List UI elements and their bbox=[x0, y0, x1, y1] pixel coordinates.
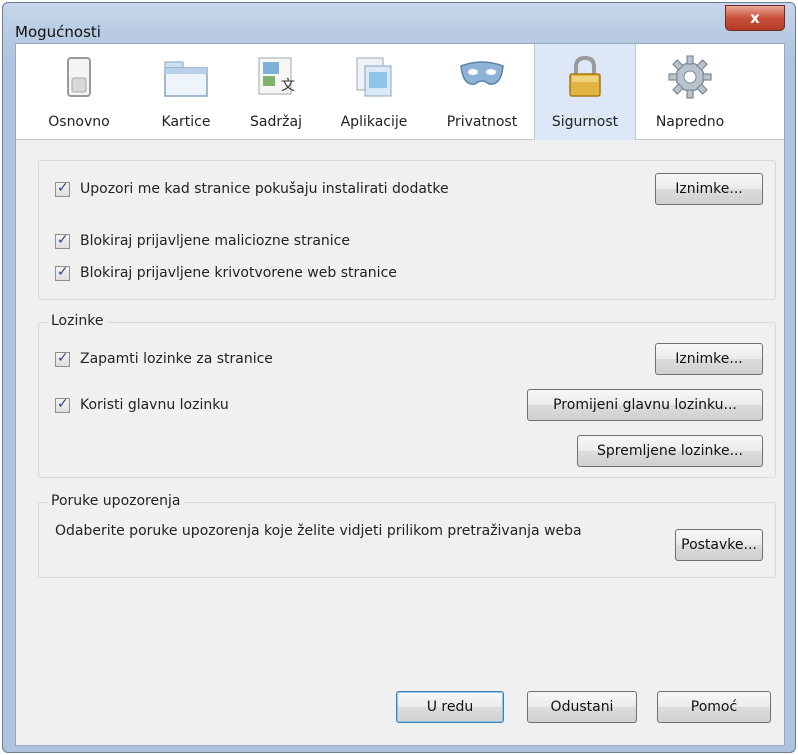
use-master-password-label: Koristi glavnu lozinku bbox=[80, 397, 229, 413]
category-toolbar: Osnovno Kartice 文 Sadržaj Aplikacije Pri… bbox=[16, 44, 784, 140]
remember-passwords-label: Zapamti lozinke za stranice bbox=[80, 351, 273, 367]
remember-passwords-row[interactable]: Zapamti lozinke za stranice bbox=[55, 350, 273, 367]
block-forgeries-row[interactable]: Blokiraj prijavljene krivotvorene web st… bbox=[55, 264, 397, 281]
passwords-group: Lozinke Zapamti lozinke za stranice Izni… bbox=[38, 313, 776, 478]
passwords-legend: Lozinke bbox=[47, 313, 108, 329]
warning-messages-group: Poruke upozorenja Odaberite poruke upozo… bbox=[38, 493, 776, 578]
tab-sadrzaj[interactable]: 文 Sadržaj bbox=[236, 44, 316, 140]
change-master-password-button[interactable]: Promijeni glavnu lozinku... bbox=[527, 389, 763, 421]
passwords-exceptions-button[interactable]: Iznimke... bbox=[655, 343, 763, 375]
options-window: Mogućnosti x Osnovno Kartice 文 Sadržaj A… bbox=[2, 2, 796, 753]
addons-exceptions-button[interactable]: Iznimke... bbox=[655, 173, 763, 205]
tab-osnovno[interactable]: Osnovno bbox=[34, 44, 124, 140]
title-bar[interactable]: Mogućnosti x bbox=[3, 3, 795, 43]
block-malware-checkbox[interactable] bbox=[55, 232, 70, 249]
block-forgeries-label: Blokiraj prijavljene krivotvorene web st… bbox=[80, 265, 397, 281]
block-forgeries-checkbox[interactable] bbox=[55, 264, 70, 281]
warning-settings-button[interactable]: Postavke... bbox=[675, 529, 763, 561]
applications-icon bbox=[356, 57, 392, 97]
close-button[interactable]: x bbox=[725, 5, 785, 31]
cancel-button[interactable]: Odustani bbox=[527, 691, 637, 723]
tab-napredno[interactable]: Napredno bbox=[644, 44, 736, 140]
tab-label: Aplikacije bbox=[340, 114, 408, 130]
tab-label: Kartice bbox=[161, 114, 211, 130]
tab-sigurnost[interactable]: Sigurnost bbox=[534, 44, 636, 140]
content-icon: 文 bbox=[258, 57, 295, 95]
mask-icon bbox=[460, 61, 504, 85]
use-master-password-row[interactable]: Koristi glavnu lozinku bbox=[55, 396, 229, 413]
tab-label: Sadržaj bbox=[250, 114, 302, 130]
block-malware-label: Blokiraj prijavljene maliciozne stranice bbox=[80, 233, 350, 249]
tab-label: Osnovno bbox=[48, 114, 110, 130]
warn-addons-row[interactable]: Upozori me kad stranice pokušaju instali… bbox=[55, 180, 449, 197]
tab-privatnost[interactable]: Privatnost bbox=[430, 44, 534, 140]
tabs-icon bbox=[164, 61, 208, 97]
warn-addons-label: Upozori me kad stranice pokušaju instali… bbox=[80, 181, 449, 197]
warn-addons-checkbox[interactable] bbox=[55, 180, 70, 197]
tab-kartice[interactable]: Kartice bbox=[144, 44, 228, 140]
dialog-body: Osnovno Kartice 文 Sadržaj Aplikacije Pri… bbox=[15, 43, 785, 746]
security-general-group: Upozori me kad stranice pokušaju instali… bbox=[38, 160, 776, 300]
switch-icon bbox=[67, 57, 91, 97]
tab-label: Sigurnost bbox=[551, 114, 619, 130]
ok-button[interactable]: U redu bbox=[396, 691, 504, 723]
padlock-icon bbox=[569, 55, 601, 97]
use-master-password-checkbox[interactable] bbox=[55, 396, 70, 413]
warning-messages-description: Odaberite poruke upozorenja koje želite … bbox=[55, 523, 582, 539]
window-title: Mogućnosti bbox=[15, 23, 101, 41]
tab-label: Privatnost bbox=[446, 114, 518, 130]
warning-messages-legend: Poruke upozorenja bbox=[47, 493, 185, 509]
tab-label: Napredno bbox=[655, 114, 725, 130]
svg-text:文: 文 bbox=[281, 78, 295, 94]
help-button[interactable]: Pomoć bbox=[657, 691, 771, 723]
gear-icon bbox=[668, 55, 712, 99]
remember-passwords-checkbox[interactable] bbox=[55, 350, 70, 367]
tab-aplikacije[interactable]: Aplikacije bbox=[326, 44, 422, 140]
block-malware-row[interactable]: Blokiraj prijavljene maliciozne stranice bbox=[55, 232, 350, 249]
saved-passwords-button[interactable]: Spremljene lozinke... bbox=[577, 435, 763, 467]
